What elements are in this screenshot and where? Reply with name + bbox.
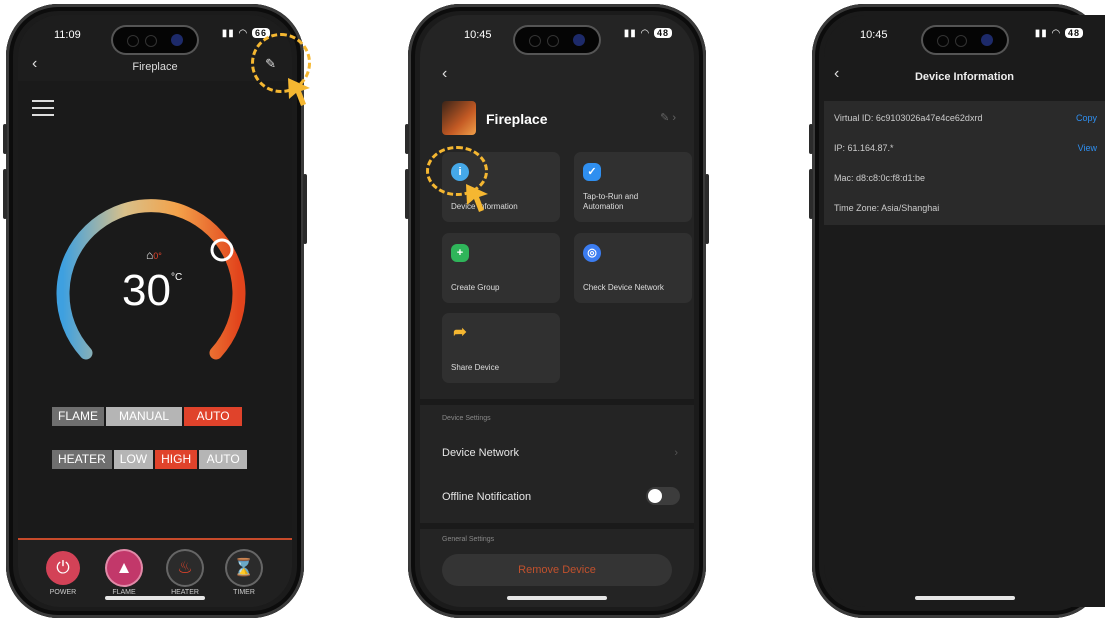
back-icon[interactable]: ‹ [442, 65, 447, 83]
general-settings-header: General Settings [442, 536, 495, 543]
card-share-device[interactable]: ➦ Share Device [442, 313, 560, 383]
offline-notification-toggle[interactable] [646, 487, 680, 505]
home-indicator [105, 596, 205, 600]
status-time: 10:45 [464, 29, 492, 41]
group-add-icon: + [451, 244, 469, 262]
status-icons: ▮▮ ◠ 48 [624, 28, 672, 39]
card-tap-to-run[interactable]: ✓ Tap-to-Run and Automation [574, 152, 692, 222]
timer-icon: ⌛ [227, 551, 261, 585]
status-icons: ▮▮ ◠ 48 [1035, 28, 1083, 39]
device-info-list: Virtual ID: 6c9103026a47e4ce62dxrd Copy … [824, 101, 1105, 225]
edit-icon[interactable]: ✎ › [660, 111, 676, 124]
status-time: 11:09 [54, 29, 81, 41]
power-icon: ⏻ [46, 551, 80, 585]
time-zone: Time Zone: Asia/Shanghai [834, 203, 940, 213]
phone-device-settings: 10:45 ▮▮ ◠ 48 ‹ Fireplace ✎ › i Device I… [405, 4, 709, 618]
nav-timer[interactable]: ⌛ TIMER [224, 551, 264, 596]
check-icon: ✓ [583, 163, 601, 181]
section-divider [420, 523, 694, 529]
home-indicator [914, 596, 1015, 600]
dynamic-island [922, 27, 1007, 53]
nav-power-label: POWER [49, 589, 77, 596]
heater-label: HEATER [52, 450, 112, 469]
device-name: Fireplace [486, 111, 548, 127]
menu-icon[interactable] [32, 100, 54, 121]
remove-device-button[interactable]: Remove Device [442, 554, 672, 586]
device-thumbnail [442, 101, 476, 135]
dynamic-island [113, 27, 197, 53]
section-divider [420, 399, 694, 405]
nav-power[interactable]: ⏻ POWER [43, 551, 83, 596]
view-link[interactable]: View [1078, 143, 1097, 153]
virtual-id: Virtual ID: 6c9103026a47e4ce62dxrd [834, 113, 983, 123]
status-icons: ▮▮ ◠ 66 [222, 28, 270, 39]
heater-icon: ♨ [168, 551, 202, 585]
card-create-group[interactable]: + Create Group [442, 233, 560, 303]
heater-high-button[interactable]: HIGH [155, 450, 198, 469]
phone-device-information: 10:45 ▮▮ ◠ 48 ‹ Device Information Virtu… [809, 4, 1105, 618]
temperature-value: 30°C [122, 266, 183, 315]
flame-manual-button[interactable]: MANUAL [106, 407, 183, 426]
flame-mode-row: FLAME MANUAL AUTO [52, 407, 244, 426]
flame-auto-button[interactable]: AUTO [184, 407, 243, 426]
device-settings-header: Device Settings [442, 415, 491, 422]
dynamic-island [515, 27, 599, 53]
screen: 11:09 ▮▮ ◠ 66 ‹ Fireplace ✎ ⌂0° 30°C FLA… [18, 15, 292, 607]
nav-timer-label: TIMER [233, 589, 255, 596]
pointer-arrow-icon [288, 78, 310, 106]
share-icon: ➦ [453, 324, 467, 341]
card-label: Check Device Network [583, 283, 664, 292]
flame-label: FLAME [52, 407, 105, 426]
chevron-right-icon: › [674, 447, 678, 459]
screen: 10:45 ▮▮ ◠ 48 ‹ Device Information Virtu… [824, 15, 1105, 607]
heater-mode-row: HEATER LOW HIGH AUTO [52, 450, 249, 469]
card-check-device-network[interactable]: ◎ Check Device Network [574, 233, 692, 303]
mac-address: Mac: d8:c8:0c:f8:d1:be [834, 173, 926, 183]
home-indicator [507, 596, 607, 600]
nav-heater[interactable]: ♨ HEATER [165, 551, 205, 596]
heater-low-button[interactable]: LOW [113, 450, 154, 469]
nav-flame-label: FLAME [112, 589, 136, 596]
ip-address: IP: 61.164.87.* [834, 143, 894, 153]
home-icon: ⌂0° [146, 248, 162, 262]
wifi-check-icon: ◎ [583, 244, 601, 262]
device-network-row[interactable]: Device Network [442, 447, 519, 459]
card-label: Share Device [451, 363, 500, 372]
page-title: Device Information [914, 71, 1015, 83]
pointer-arrow-icon [466, 184, 488, 212]
offline-notification-row: Offline Notification [442, 491, 532, 503]
screen: 10:45 ▮▮ ◠ 48 ‹ Fireplace ✎ › i Device I… [420, 15, 694, 607]
card-label: Create Group [451, 283, 500, 292]
card-label: Tap-to-Run and Automation [583, 192, 639, 211]
status-time: 10:45 [860, 29, 888, 41]
nav-heater-label: HEATER [171, 589, 199, 596]
nav-flame[interactable]: ▲ FLAME [104, 551, 144, 596]
phone-fireplace-control: 11:09 ▮▮ ◠ 66 ‹ Fireplace ✎ ⌂0° 30°C FLA… [3, 4, 307, 618]
copy-link[interactable]: Copy [1076, 113, 1097, 123]
flame-icon: ▲ [107, 551, 141, 585]
heater-auto-button[interactable]: AUTO [199, 450, 248, 469]
